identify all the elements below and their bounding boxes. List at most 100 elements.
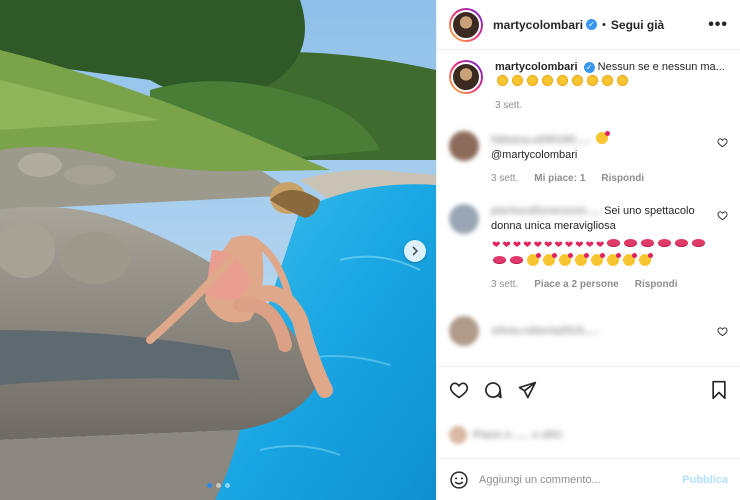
carousel-dot [215,483,221,488]
caption-avatar[interactable] [449,60,483,94]
red-heart-emoji: ❤ [575,240,584,251]
sun-emoji [512,75,523,86]
reply-button[interactable]: Rispondi [635,277,678,292]
commenter-username[interactable]: fabiana.a290160..... [491,134,591,146]
liker-avatar [449,426,467,444]
comment-input[interactable] [479,473,683,486]
pool-photo-image [0,0,436,500]
red-heart-emoji: ❤ [543,240,553,251]
publish-button[interactable]: Pubblica [682,474,728,486]
kiss-mark-emoji [641,239,655,247]
verified-badge-icon: ✓ [583,61,595,73]
commenter-username[interactable]: pierlucafiorenzoni..... [491,205,601,217]
sun-emoji [572,75,583,86]
comment-like-button[interactable] [717,137,728,151]
comment-time: 3 sett. [491,173,519,184]
add-comment-bar: Pubblica [437,458,740,500]
kiss-mark-emoji [493,256,506,264]
comment-like-button[interactable] [717,326,728,340]
commenter-username[interactable]: silvia.roberta2015..... [491,325,599,337]
red-heart-emoji: ❤ [523,240,532,251]
sun-emoji-row [495,75,630,88]
carousel-dot [224,483,230,488]
face-blowing-kiss-emoji [527,253,541,266]
comment-like-button[interactable] [717,210,728,224]
following-button[interactable]: Segui già [611,18,664,32]
commenter-avatar[interactable] [449,204,479,234]
chevron-right-icon [412,246,419,256]
sun-emoji [602,75,613,86]
sun-emoji [542,75,553,86]
heart-icon [717,211,728,221]
save-button[interactable] [710,380,728,400]
sun-emoji [527,75,538,86]
face-blowing-kiss-emoji [559,253,573,266]
carousel-indicator [0,483,436,488]
likes-summary[interactable]: Piace a ..... e altri [437,412,740,458]
comment-item: pierlucafiorenzoni..... Sei uno spettaco… [449,204,728,292]
caption-text: Nessun se e nessun ma... [597,61,725,73]
red-heart-emoji: ❤ [533,240,542,251]
face-blowing-kiss-emoji [623,253,637,266]
heart-icon [717,327,728,337]
post-header: martycolombari ✓ • Segui già ••• [437,0,740,50]
face-blowing-kiss-emoji [607,253,621,266]
post-caption: martycolombari ✓ Nessun se e nessun ma..… [449,60,728,113]
emoji-picker-button[interactable] [449,470,469,490]
comment-item: silvia.roberta2015..... [449,316,728,346]
heart-icon [717,138,728,148]
face-blowing-kiss-emoji [575,253,589,266]
emoji-icon [450,470,468,489]
red-heart-emoji: ❤ [554,240,563,251]
commenter-avatar[interactable] [449,131,479,161]
kiss-mark-emoji [607,239,621,247]
comment-text: @martycolombari [491,149,578,161]
send-icon [518,381,537,398]
kiss-mark-emoji [624,239,638,247]
like-button[interactable] [449,380,469,400]
more-options-icon[interactable]: ••• [708,16,728,34]
comment-emoji-block: ❤ ❤ ❤ ❤ ❤ ❤ ❤ ❤ ❤ ❤ ❤ [491,238,708,269]
kiss-mark-emoji [692,239,706,247]
verified-badge-icon: ✓ [586,19,598,30]
comment-likes[interactable]: Mi piace: 1 [534,171,585,186]
comment-button[interactable] [483,380,503,400]
red-heart-emoji: ❤ [595,240,605,251]
sun-emoji [587,75,598,86]
kiss-mark-emoji [675,239,689,247]
header-separator: • [602,18,606,31]
instagram-post: martycolombari ✓ • Segui già ••• martyco… [0,0,740,500]
likes-text[interactable]: Piace a ..... e altri [473,429,562,441]
comments-list[interactable]: martycolombari ✓ Nessun se e nessun ma..… [437,50,740,366]
author-avatar[interactable] [449,7,483,42]
comment-likes[interactable]: Piace a 2 persone [534,277,619,292]
heart-icon [449,381,469,398]
red-heart-emoji: ❤ [585,240,594,251]
share-button[interactable] [517,380,537,400]
comment-item: fabiana.a290160..... @martycolombari 3 s… [449,131,728,186]
caption-username[interactable]: martycolombari [495,61,578,73]
caption-time: 3 sett. [495,100,523,111]
post-actions-bar [437,366,740,412]
face-with-heart-emoji [595,131,610,144]
sun-emoji [557,75,568,86]
red-heart-emoji: ❤ [502,240,511,251]
reply-button[interactable]: Rispondi [601,171,644,186]
red-heart-emoji: ❤ [512,240,522,251]
face-blowing-kiss-emoji [543,253,557,266]
carousel-next-button[interactable] [404,240,426,262]
post-photo[interactable] [0,0,436,500]
bookmark-icon [712,380,726,399]
kiss-mark-emoji [658,239,672,247]
commenter-avatar[interactable] [449,316,479,346]
author-username[interactable]: martycolombari [493,18,583,32]
sun-emoji [617,75,628,86]
post-side-panel: martycolombari ✓ • Segui già ••• martyco… [436,0,740,500]
kiss-mark-emoji [510,256,523,264]
red-heart-emoji: ❤ [564,240,574,251]
carousel-dot-active [206,483,212,488]
face-blowing-kiss-emoji [591,253,605,266]
red-heart-emoji: ❤ [492,240,501,251]
comment-time: 3 sett. [491,279,519,290]
comment-icon [485,381,502,398]
